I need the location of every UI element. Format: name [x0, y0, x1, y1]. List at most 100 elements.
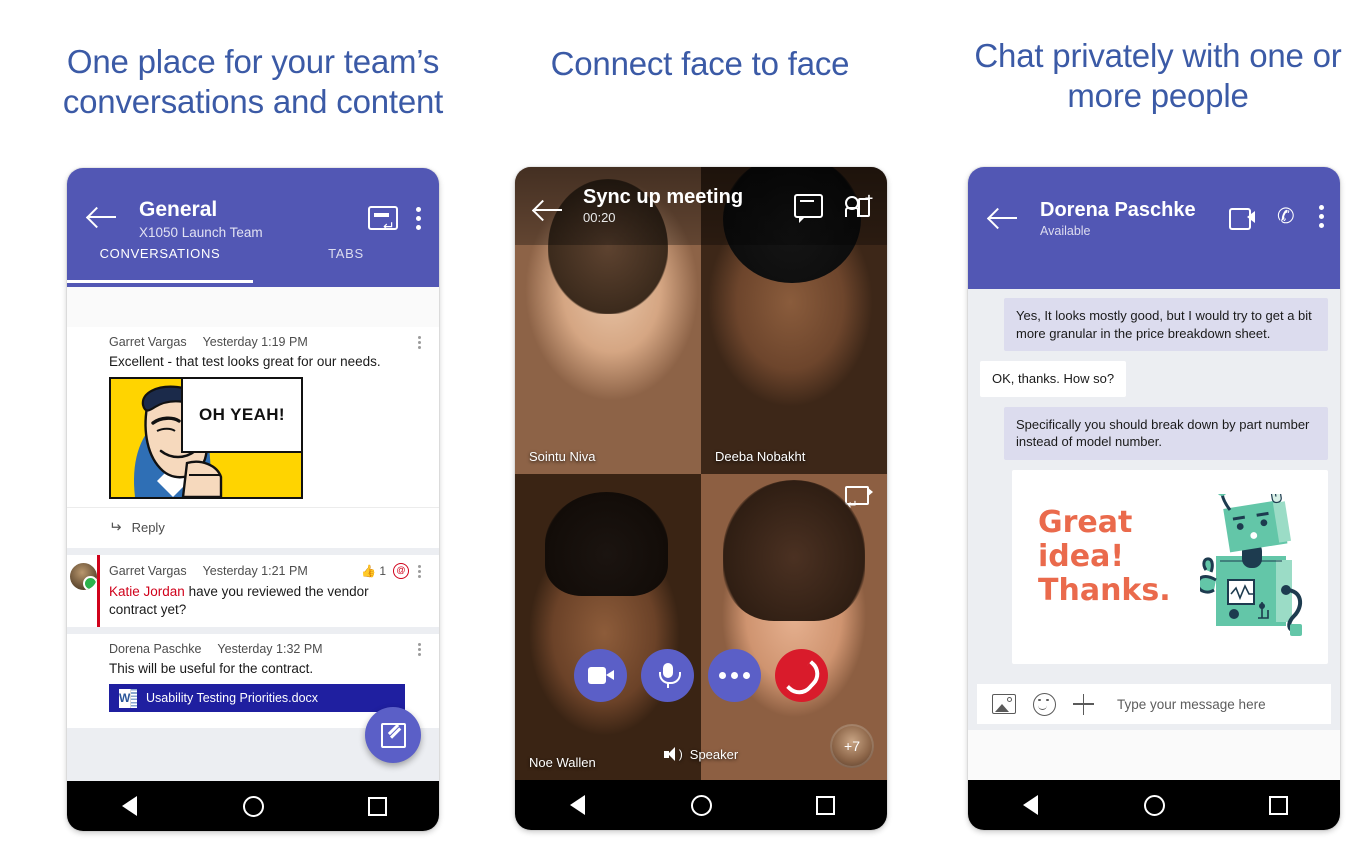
new-conversation-fab[interactable]	[365, 707, 421, 763]
kebab-menu-icon[interactable]	[416, 206, 421, 230]
reply-arrow-icon: ↵	[109, 519, 122, 536]
phone3-screen: Dorena Paschke Available time to review …	[968, 167, 1340, 780]
post-overflow-icon[interactable]	[418, 642, 421, 656]
chat-message-list[interactable]: time to review that vendor Request-for-P…	[968, 257, 1340, 678]
contact-status: Available	[1040, 224, 1091, 238]
add-people-icon[interactable]: +	[845, 191, 873, 217]
toggle-mic-button[interactable]	[641, 649, 694, 702]
phone-call-icon[interactable]	[1277, 206, 1297, 228]
kebab-menu-icon[interactable]	[1319, 205, 1324, 228]
nav-recents-button[interactable]	[354, 781, 400, 831]
recents-square-icon	[1268, 795, 1288, 815]
post-timestamp: Yesterday 1:21 PM	[202, 564, 308, 578]
presence-available-icon	[83, 576, 97, 590]
meeting-title: Sync up meeting	[583, 186, 744, 208]
nav-recents-button[interactable]	[802, 780, 848, 830]
meme-caption: OH YEAH!	[181, 379, 301, 453]
meme-image[interactable]: OH YEAH!	[109, 377, 303, 499]
chat-bubble-outgoing[interactable]: Yes, It looks mostly good, but I would t…	[1004, 298, 1328, 351]
sticker-line-1: Great	[1038, 504, 1133, 540]
more-options-button[interactable]	[708, 649, 761, 702]
compose-box-icon[interactable]	[368, 206, 398, 233]
phone2-screen: Sointu Niva Deeba Nobakht Noe Wallen ↵ S	[515, 167, 887, 780]
speaker-icon: )	[663, 747, 683, 762]
document-name: Usability Testing Priorities.docx	[146, 691, 319, 705]
recents-square-icon	[815, 795, 835, 815]
sticker-message[interactable]: Great idea! Thanks.	[1012, 469, 1328, 664]
reply-action[interactable]: ↵ Reply	[67, 507, 439, 548]
message-composer[interactable]: Type your message here	[968, 678, 1340, 730]
team-subtitle: X1050 Launch Team	[139, 225, 263, 240]
conversation-post-mention[interactable]: Garret Vargas Yesterday 1:21 PM 👍 1 @ Ka…	[67, 555, 439, 627]
reply-label: Reply	[131, 519, 165, 535]
hang-up-icon	[787, 668, 817, 684]
home-circle-icon	[242, 795, 264, 817]
post-overflow-icon[interactable]	[418, 564, 421, 578]
microphone-icon	[657, 663, 681, 688]
image-attach-icon[interactable]	[992, 694, 1016, 714]
chat-bubble-incoming[interactable]: OK, thanks. How so?	[980, 361, 1127, 397]
back-arrow-icon[interactable]	[990, 207, 1018, 229]
participant-tile[interactable]: Noe Wallen	[515, 473, 701, 780]
nav-home-button[interactable]	[1131, 780, 1177, 830]
home-circle-icon	[1143, 794, 1165, 816]
back-arrow-icon[interactable]	[89, 206, 117, 228]
nav-back-button[interactable]	[554, 780, 600, 830]
channel-tabs: CONVERSATIONS TABS	[67, 243, 439, 283]
speaker-label: Speaker	[689, 747, 739, 762]
sticker-line-3: Thanks.	[1038, 572, 1171, 608]
nav-home-button[interactable]	[678, 780, 724, 830]
tab-conversations[interactable]: CONVERSATIONS	[67, 243, 253, 283]
phone-mockup-video-call: Sointu Niva Deeba Nobakht Noe Wallen ↵ S	[515, 167, 887, 830]
phone1-app-header: General X1050 Launch Team CONVERSATIONS …	[67, 168, 439, 287]
post-timestamp: Yesterday 1:32 PM	[217, 642, 323, 656]
back-triangle-icon	[569, 795, 585, 815]
headline-connect-face-to-face: Connect face to face	[550, 45, 850, 82]
overflow-participants-avatar[interactable]: +7	[830, 724, 874, 768]
post-author: Garret Vargas	[109, 335, 187, 349]
back-arrow-icon[interactable]	[535, 199, 563, 221]
chat-bubble-icon[interactable]	[794, 194, 823, 223]
avatar	[70, 563, 97, 590]
android-nav-bar	[968, 780, 1340, 830]
nav-back-button[interactable]	[106, 781, 152, 831]
post-timestamp: Yesterday 1:19 PM	[202, 335, 308, 349]
back-triangle-icon	[1022, 795, 1038, 815]
like-count-badge[interactable]: 👍 1	[361, 564, 386, 578]
call-timer: 00:20	[583, 210, 616, 225]
nav-back-button[interactable]	[1007, 780, 1053, 830]
mention-name[interactable]: Katie Jordan	[109, 584, 185, 599]
emoji-icon[interactable]	[1033, 692, 1056, 716]
home-circle-icon	[690, 794, 712, 816]
post-text-mention: Katie Jordan have you reviewed the vendo…	[109, 583, 409, 619]
recents-square-icon	[367, 796, 387, 816]
sticker-text: Great idea! Thanks.	[1038, 504, 1171, 608]
video-call-icon[interactable]	[1229, 207, 1255, 230]
phone1-screen: General X1050 Launch Team CONVERSATIONS …	[67, 168, 439, 781]
thumbs-up-icon: 👍	[361, 564, 377, 578]
toggle-camera-button[interactable]	[574, 649, 627, 702]
mention-badge-icon: @	[393, 563, 409, 579]
phone-mockup-private-chat: Dorena Paschke Available time to review …	[968, 167, 1340, 830]
chat-bubble-outgoing[interactable]: Specifically you should break down by pa…	[1004, 406, 1328, 460]
robot-thumbs-up-illustration	[1200, 493, 1303, 636]
nav-recents-button[interactable]	[1255, 780, 1301, 830]
hang-up-button[interactable]	[775, 649, 828, 702]
channel-title: General	[139, 198, 218, 221]
call-controls	[515, 649, 887, 702]
headline-chat-privately: Chat privately with one or more people	[974, 37, 1342, 114]
sticker-line-2: idea!	[1038, 538, 1125, 574]
post-text: This will be useful for the contract.	[109, 661, 314, 676]
compose-pencil-icon	[380, 722, 406, 748]
add-attachment-icon[interactable]	[1073, 693, 1094, 715]
tab-tabs[interactable]: TABS	[253, 243, 439, 283]
post-author: Dorena Paschke	[109, 642, 202, 656]
post-overflow-icon[interactable]	[418, 335, 421, 349]
post-author: Garret Vargas	[109, 564, 187, 578]
document-attachment[interactable]: W Usability Testing Priorities.docx	[109, 684, 405, 712]
conversation-post[interactable]: Garret Vargas Yesterday 1:19 PM Excellen…	[67, 327, 439, 548]
share-screen-icon[interactable]: ↵	[845, 485, 873, 511]
nav-home-button[interactable]	[230, 781, 276, 831]
message-input[interactable]: Type your message here	[1117, 697, 1266, 712]
android-nav-bar	[67, 781, 439, 831]
